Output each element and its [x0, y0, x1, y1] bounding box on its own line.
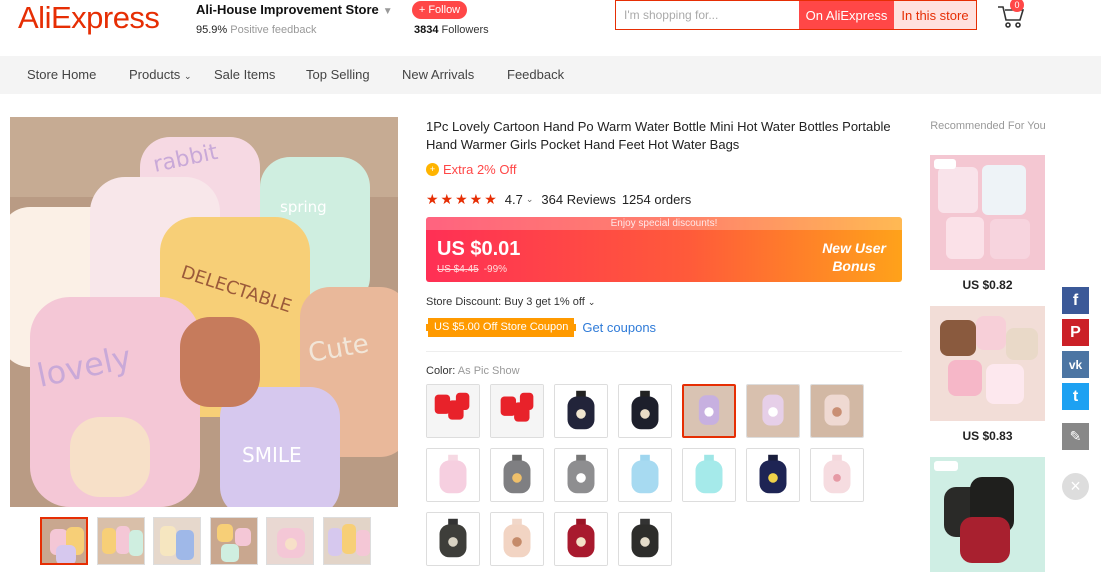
current-price: US $0.01 [437, 238, 521, 260]
thumbnail-1[interactable] [40, 517, 88, 565]
color-swatch[interactable] [426, 512, 480, 566]
facebook-share-icon[interactable]: f [1062, 287, 1089, 314]
product-title: 1Pc Lovely Cartoon Hand Po Warm Water Bo… [426, 119, 891, 152]
cart-button[interactable]: 0 [996, 0, 1026, 28]
color-swatch[interactable] [554, 512, 608, 566]
new-user-bonus-badge: New User Bonus [822, 239, 886, 275]
color-swatch[interactable] [618, 384, 672, 438]
discount-percent: -99% [483, 264, 508, 275]
new-user-line2: Bonus [832, 258, 876, 274]
store-discount-text[interactable]: Store Discount: Buy 3 get 1% off [426, 296, 585, 308]
color-swatch[interactable] [490, 448, 544, 502]
color-swatch[interactable] [746, 384, 800, 438]
color-swatch-selected[interactable] [682, 384, 736, 438]
search-on-aliexpress-button[interactable]: On AliExpress [799, 1, 894, 29]
product-main-image[interactable]: rabbit DELECTABLE lovely Cute SMILE spri… [10, 117, 398, 507]
recommended-title: Recommended For You [930, 120, 1046, 132]
reviews-count[interactable]: 364 Reviews [541, 192, 615, 207]
color-swatch[interactable] [618, 448, 672, 502]
thumbnail-3[interactable] [153, 517, 201, 565]
color-swatch[interactable] [682, 448, 736, 502]
color-swatch[interactable] [746, 448, 800, 502]
color-swatches [426, 384, 866, 569]
header: AliExpress Ali-House Improvement Store ▼ … [0, 0, 1101, 54]
svg-text:SMILE: SMILE [242, 443, 302, 467]
divider [426, 351, 902, 352]
color-swatch[interactable] [554, 448, 608, 502]
color-label: Color: As Pic Show [426, 365, 520, 377]
followers-count: 3834 [414, 24, 439, 36]
nav-store-home[interactable]: Store Home [27, 67, 96, 82]
chevron-down-icon: ⌄ [587, 297, 596, 307]
edit-icon[interactable]: ✎ [1062, 423, 1089, 450]
followers: 3834 Followers [414, 24, 489, 36]
star-rating-icon: ★★★★★ [426, 191, 499, 207]
color-swatch[interactable] [426, 448, 480, 502]
color-swatch[interactable] [426, 384, 480, 438]
vk-share-icon[interactable]: vk [1062, 351, 1089, 378]
recommended-price-2: US $0.83 [962, 429, 1013, 443]
store-discount[interactable]: Store Discount: Buy 3 get 1% off ⌄ [426, 296, 595, 308]
nav-feedback[interactable]: Feedback [507, 67, 564, 82]
svg-text:spring: spring [280, 198, 327, 216]
price-box: Enjoy special discounts! US $0.01 US $4.… [426, 217, 902, 282]
store-name[interactable]: Ali-House Improvement Store ▼ [196, 2, 393, 17]
store-feedback: 95.9% Positive feedback [196, 24, 316, 36]
chevron-down-icon: ⌄ [183, 71, 192, 81]
search-input[interactable] [616, 1, 799, 29]
search-in-store-button[interactable]: In this store [894, 1, 976, 29]
feedback-value: 95.9% [196, 24, 228, 36]
price-banner: Enjoy special discounts! [426, 217, 902, 230]
color-swatch[interactable] [490, 512, 544, 566]
store-name-text[interactable]: Ali-House Improvement Store [196, 2, 379, 17]
search-box: On AliExpress In this store [615, 0, 977, 30]
pinterest-share-icon[interactable]: P [1062, 319, 1089, 346]
original-price-value: US $4.45 [437, 264, 479, 275]
twitter-share-icon[interactable]: t [1062, 383, 1089, 410]
store-nav: Store Home Products ⌄ Sale Items Top Sel… [0, 56, 1101, 94]
extra-off-text[interactable]: Extra 2% Off [443, 162, 516, 177]
thumbnail-2[interactable] [97, 517, 145, 565]
rating-value[interactable]: 4.7 [505, 192, 523, 207]
thumbnail-5[interactable] [266, 517, 314, 565]
coupon-row: US $5.00 Off Store Coupon Get coupons [426, 318, 656, 337]
close-icon[interactable]: × [1062, 473, 1089, 500]
nav-top-selling[interactable]: Top Selling [306, 67, 370, 82]
chevron-down-icon[interactable]: ▼ [383, 6, 393, 17]
color-swatch[interactable] [810, 384, 864, 438]
store-coupon-chip[interactable]: US $5.00 Off Store Coupon [426, 318, 577, 337]
nav-products-label[interactable]: Products [129, 67, 180, 82]
nav-sale-items[interactable]: Sale Items [214, 67, 275, 82]
color-swatch[interactable] [618, 512, 672, 566]
get-coupons-link[interactable]: Get coupons [582, 320, 656, 335]
color-value: As Pic Show [457, 365, 520, 377]
recommended-price-1: US $0.82 [962, 278, 1013, 292]
color-label-text: Color: [426, 365, 456, 377]
chevron-down-icon[interactable]: ⌄ [526, 194, 534, 205]
new-user-line1: New User [822, 240, 886, 256]
follow-button[interactable]: + Follow [412, 1, 467, 19]
nav-products[interactable]: Products ⌄ [129, 67, 191, 82]
coin-icon: + [426, 163, 439, 176]
product-photo: rabbit DELECTABLE lovely Cute SMILE spri… [10, 117, 398, 507]
color-swatch[interactable] [490, 384, 544, 438]
thumbnail-6[interactable] [323, 517, 371, 565]
nav-new-arrivals[interactable]: New Arrivals [402, 67, 474, 82]
feedback-label: Positive feedback [230, 24, 317, 36]
recommended-item-2[interactable] [930, 306, 1045, 421]
thumbnail-4[interactable] [210, 517, 258, 565]
aliexpress-logo[interactable]: AliExpress [18, 0, 160, 36]
recommended-item-3[interactable] [930, 457, 1045, 572]
recommended-item-1[interactable] [930, 155, 1045, 270]
orders-count: 1254 orders [621, 192, 692, 207]
rating-row: ★★★★★ 4.7 ⌄ 364 Reviews 1254 orders [426, 191, 691, 208]
extra-off-badge[interactable]: + Extra 2% Off [426, 162, 516, 177]
color-swatch[interactable] [810, 448, 864, 502]
color-swatch[interactable] [554, 384, 608, 438]
original-price: US $4.45 -99% [437, 264, 507, 275]
followers-label: Followers [441, 24, 489, 36]
